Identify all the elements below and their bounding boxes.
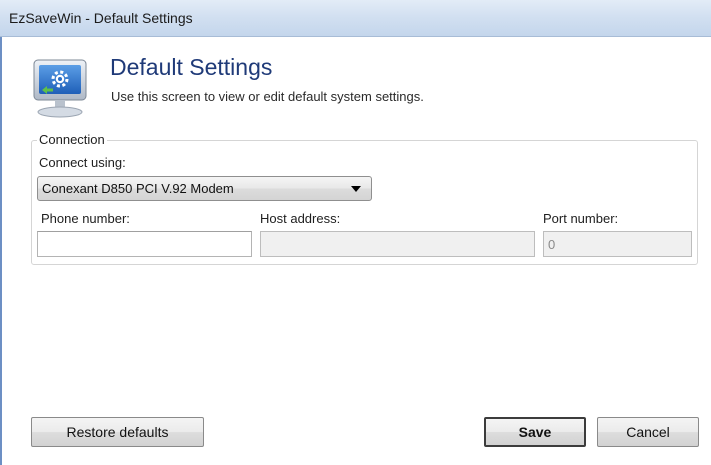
connect-using-value: Conexant D850 PCI V.92 Modem bbox=[42, 181, 234, 196]
window-left-frame bbox=[0, 0, 2, 465]
window-title: EzSaveWin - Default Settings bbox=[9, 10, 193, 26]
page-description: Use this screen to view or edit default … bbox=[111, 89, 424, 104]
port-number-label: Port number: bbox=[543, 211, 619, 226]
window-titlebar[interactable]: EzSaveWin - Default Settings bbox=[0, 0, 711, 37]
connect-using-label: Connect using: bbox=[39, 155, 126, 170]
host-address-input[interactable] bbox=[260, 231, 535, 257]
cancel-button[interactable]: Cancel bbox=[597, 417, 699, 447]
port-number-input[interactable] bbox=[543, 231, 692, 257]
page-title: Default Settings bbox=[110, 54, 273, 80]
connect-using-select[interactable]: Conexant D850 PCI V.92 Modem bbox=[37, 176, 372, 201]
phone-number-label: Phone number: bbox=[41, 211, 130, 226]
phone-number-input[interactable] bbox=[37, 231, 252, 257]
save-button[interactable]: Save bbox=[484, 417, 586, 447]
settings-window: EzSaveWin - Default Settings Default Set… bbox=[0, 0, 711, 465]
dropdown-arrow-icon bbox=[351, 186, 361, 192]
settings-monitor-icon bbox=[33, 59, 87, 118]
host-address-label: Host address: bbox=[260, 211, 341, 226]
restore-defaults-button[interactable]: Restore defaults bbox=[31, 417, 204, 447]
connection-group-label: Connection bbox=[37, 132, 107, 147]
